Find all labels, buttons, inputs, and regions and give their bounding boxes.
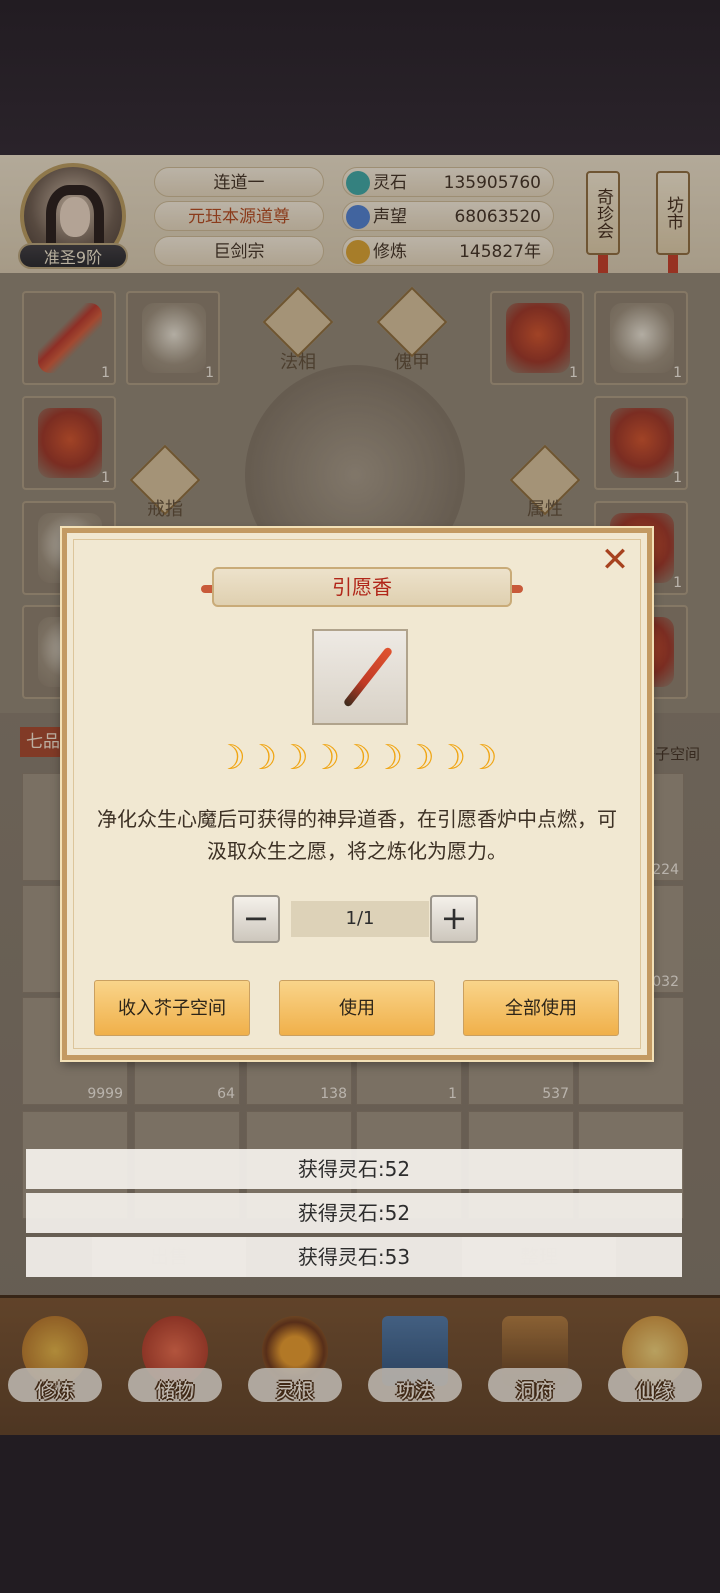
incense-stick-icon: [342, 646, 394, 708]
item-description: 净化众生心魔后可获得的神异道香，在引愿香炉中点燃，可汲取众生之愿，将之炼化为愿力…: [97, 807, 617, 863]
quantity-field[interactable]: 1/1: [291, 901, 429, 937]
dialog-frame: [73, 539, 641, 1049]
game-screen: 准圣9阶 连道一 元珏本源道尊 巨剑宗 灵石 135905760 声望 6806…: [0, 155, 720, 1435]
toast-message: 获得灵石:52: [26, 1193, 682, 1233]
use-button[interactable]: 使用: [279, 980, 435, 1036]
decrease-quantity-button[interactable]: −: [232, 895, 280, 943]
bottom-safe-area: [0, 1435, 720, 1593]
use-all-button[interactable]: 全部使用: [463, 980, 619, 1036]
increase-quantity-button[interactable]: +: [430, 895, 478, 943]
item-image-slot: [312, 629, 408, 725]
top-safe-area: [0, 0, 720, 155]
store-to-mustard-space-button[interactable]: 收入芥子空间: [94, 980, 250, 1036]
close-icon[interactable]: ✕: [600, 543, 630, 577]
toast-message: 获得灵石:53: [26, 1237, 682, 1277]
item-title: 引愿香: [212, 567, 512, 607]
toast-message: 获得灵石:52: [26, 1149, 682, 1189]
item-detail-dialog: ✕ 引愿香 ☽☽☽☽☽☽☽☽☽ 净化众生心魔后可获得的神异道香，在引愿香炉中点燃…: [62, 528, 652, 1060]
item-grade-moons: ☽☽☽☽☽☽☽☽☽: [215, 738, 499, 778]
